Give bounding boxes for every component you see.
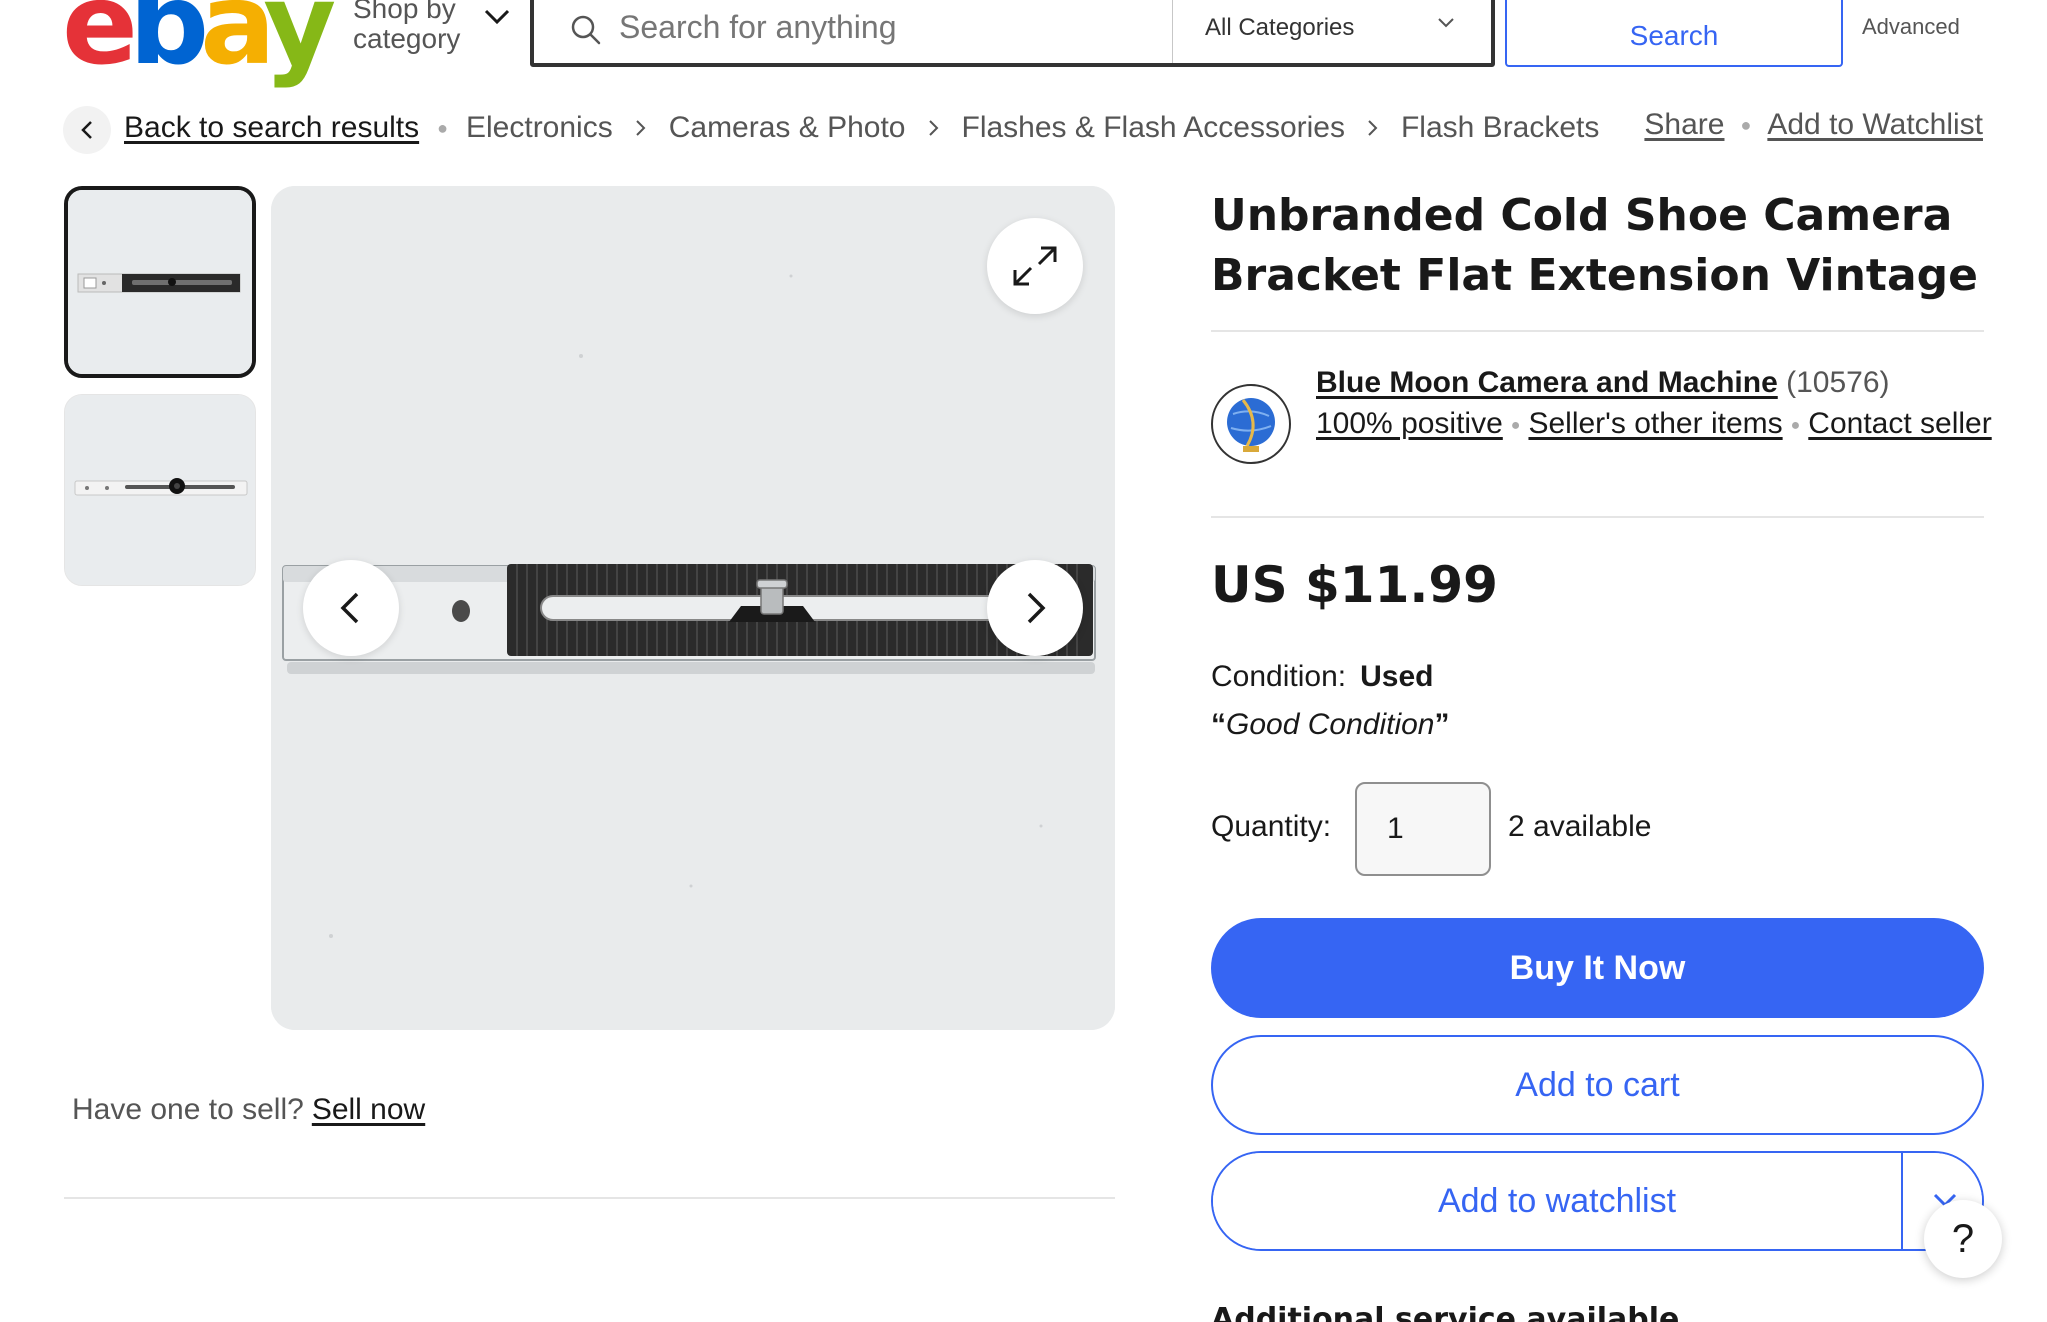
buy-it-now-button[interactable]: Buy It Now (1211, 918, 1984, 1018)
condition-label: Condition: (1211, 660, 1347, 693)
breadcrumb: Back to search results ● Electronics Cam… (124, 108, 1599, 148)
open-quote: “ (1211, 708, 1226, 741)
category-select[interactable]: All Categories (1172, 0, 1492, 63)
search-icon (571, 15, 601, 45)
search-button[interactable]: Search (1505, 0, 1843, 67)
seller-info: Blue Moon Camera and Machine (10576) 100… (1316, 362, 1996, 446)
chevron-down-icon (1438, 18, 1454, 28)
shop-by-category-label: Shop by category (353, 0, 461, 54)
back-to-search-link[interactable]: Back to search results (124, 111, 419, 145)
listing-title: Unbranded Cold Shoe Camera Bracket Flat … (1211, 190, 1978, 301)
previous-image-button[interactable] (303, 560, 399, 656)
seller-feedback-count: (10576) (1786, 366, 1890, 399)
breadcrumb-flash-brackets[interactable]: Flash Brackets (1401, 111, 1599, 145)
chevron-left-icon (340, 592, 359, 624)
search-bar: All Categories (530, 0, 1495, 67)
category-select-label: All Categories (1205, 14, 1355, 41)
chevron-left-icon (81, 121, 92, 139)
chevron-right-icon (1367, 118, 1379, 138)
expand-icon (1013, 246, 1057, 286)
sell-now-link[interactable]: Sell now (312, 1093, 425, 1126)
next-image-button[interactable] (987, 560, 1083, 656)
chevron-right-icon (635, 118, 647, 138)
divider (1211, 330, 1984, 332)
quantity-label: Quantity: (1211, 810, 1332, 843)
condition-note: “Good Condition” (1211, 708, 1449, 742)
chevron-right-icon (928, 118, 940, 138)
breadcrumb-electronics[interactable]: Electronics (466, 111, 613, 145)
product-thumbnail-image (68, 190, 252, 374)
available-count: 2 available (1508, 810, 1652, 843)
advanced-search-link[interactable]: Advanced (1862, 14, 1960, 40)
add-to-watchlist-link[interactable]: Add to Watchlist (1767, 108, 1983, 142)
chevron-right-icon (1027, 592, 1046, 624)
contact-seller-link[interactable]: Contact seller (1808, 407, 1991, 440)
share-link[interactable]: Share (1644, 108, 1724, 142)
condition-value: Used (1360, 660, 1434, 693)
close-quote: ” (1434, 708, 1450, 741)
separator-dot: ● (1510, 416, 1521, 434)
divider (64, 1197, 1115, 1199)
sellers-other-items-link[interactable]: Seller's other items (1528, 407, 1782, 440)
additional-service-heading: Additional service available (1211, 1302, 1680, 1322)
breadcrumb-cameras-photo[interactable]: Cameras & Photo (669, 111, 906, 145)
sell-prompt: Have one to sell? Sell now (72, 1093, 425, 1127)
product-thumbnail-image (65, 395, 255, 585)
price: US $11.99 (1211, 556, 1498, 614)
thumbnail-2[interactable] (64, 394, 256, 586)
quantity-input[interactable] (1355, 782, 1491, 876)
seller-positive-feedback-link[interactable]: 100% positive (1316, 407, 1503, 440)
listing-actions: Share ● Add to Watchlist (1644, 108, 1983, 142)
back-button[interactable] (63, 106, 111, 154)
expand-image-button[interactable] (987, 218, 1083, 314)
help-button[interactable]: ? (1924, 1200, 2002, 1278)
separator-dot: ● (1790, 416, 1801, 434)
search-input[interactable] (619, 2, 1189, 52)
seller-name-link[interactable]: Blue Moon Camera and Machine (1316, 366, 1778, 399)
main-product-image[interactable] (271, 186, 1115, 1030)
thumbnail-1[interactable] (64, 186, 256, 378)
chevron-down-icon (484, 9, 510, 25)
separator-dot: ● (1740, 114, 1752, 135)
breadcrumb-flashes[interactable]: Flashes & Flash Accessories (962, 111, 1345, 145)
condition-note-text: Good Condition (1226, 708, 1435, 741)
shop-by-category-button[interactable]: Shop by category (353, 0, 513, 64)
watchlist-split-button: Add to watchlist (1211, 1151, 1984, 1251)
add-to-cart-button[interactable]: Add to cart (1211, 1035, 1984, 1135)
breadcrumb-dot: ● (437, 117, 448, 138)
ebay-logo[interactable]: ebay (62, 0, 336, 81)
add-to-watchlist-button[interactable]: Add to watchlist (1213, 1153, 1903, 1249)
divider (1211, 516, 1984, 518)
globe-logo-icon (1227, 398, 1275, 452)
seller-avatar[interactable] (1211, 384, 1291, 464)
condition: Condition: Used (1211, 660, 1433, 694)
sell-prompt-text: Have one to sell? (72, 1093, 304, 1126)
